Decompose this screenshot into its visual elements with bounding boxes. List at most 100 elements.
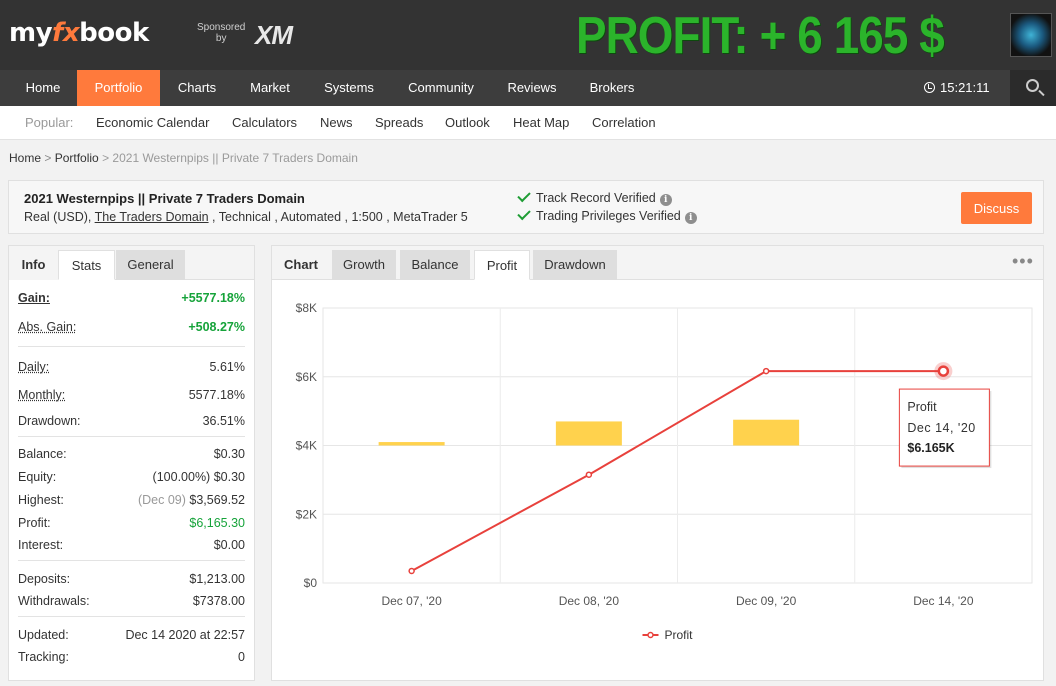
stat-withdrawals: Withdrawals: $7378.00 bbox=[18, 591, 245, 611]
nav-portfolio[interactable]: Portfolio bbox=[77, 70, 160, 106]
y-tick-label: $0 bbox=[304, 576, 318, 590]
stat-interest: Interest: $0.00 bbox=[18, 535, 245, 555]
divider bbox=[18, 616, 245, 617]
y-tick-label: $6K bbox=[296, 370, 317, 384]
nav-charts[interactable]: Charts bbox=[164, 70, 230, 106]
x-tick-label: Dec 09, '20 bbox=[736, 594, 797, 608]
profit-point bbox=[937, 365, 950, 377]
nav-reviews[interactable]: Reviews bbox=[496, 70, 568, 106]
stat-label: Drawdown: bbox=[18, 414, 81, 428]
sub-nav: Popular: Economic Calendar Calculators N… bbox=[0, 106, 1056, 140]
logo-fx: fx bbox=[52, 18, 80, 48]
nav-brokers[interactable]: Brokers bbox=[576, 70, 648, 106]
search-icon bbox=[1026, 79, 1039, 92]
stat-label[interactable]: Abs. Gain: bbox=[18, 317, 76, 337]
clock-time: 15:21:11 bbox=[940, 80, 990, 95]
tab-info[interactable]: Info bbox=[9, 250, 58, 280]
stat-label: Highest: bbox=[18, 493, 64, 507]
stat-value: 5.61% bbox=[209, 360, 245, 374]
tab-general[interactable]: General bbox=[116, 250, 185, 280]
highest-amount: $3,569.52 bbox=[189, 493, 245, 507]
user-avatar-icon[interactable] bbox=[1010, 13, 1052, 57]
chart-panel: Chart Growth Balance Profit Drawdown •••… bbox=[271, 245, 1044, 681]
stat-monthly: Monthly: 5577.18% bbox=[18, 385, 245, 405]
sponsored-line2: by bbox=[215, 33, 227, 44]
sponsored-line1: Sponsored bbox=[197, 22, 246, 33]
subnav-spreads[interactable]: Spreads bbox=[375, 106, 423, 139]
stat-label: Interest: bbox=[18, 538, 64, 552]
stat-label: Equity: bbox=[18, 470, 57, 484]
account-title: 2021 Westernpips || Private 7 Traders Do… bbox=[24, 191, 305, 206]
stat-label[interactable]: Gain: bbox=[18, 288, 50, 308]
info-icon[interactable]: i bbox=[659, 194, 672, 206]
x-tick-label: Dec 14, '20 bbox=[913, 594, 974, 608]
profit-point bbox=[585, 471, 593, 478]
breadcrumb-home[interactable]: Home bbox=[9, 151, 41, 165]
stat-value: +5577.18% bbox=[181, 291, 245, 305]
stat-value: (100.00%) $0.30 bbox=[153, 467, 245, 487]
broker-link[interactable]: The Traders Domain bbox=[95, 210, 209, 224]
nav-market[interactable]: Market bbox=[236, 70, 304, 106]
nav-home[interactable]: Home bbox=[0, 70, 86, 106]
profit-bar bbox=[378, 442, 445, 446]
legend-label: Profit bbox=[665, 628, 694, 642]
info-icon[interactable]: i bbox=[684, 212, 697, 224]
profit-bar bbox=[733, 419, 800, 446]
logo-my: my bbox=[9, 18, 53, 48]
logo-book: book bbox=[79, 18, 149, 48]
subnav-calculators[interactable]: Calculators bbox=[232, 106, 297, 139]
stat-label: Withdrawals: bbox=[18, 594, 90, 608]
discuss-button[interactable]: Discuss bbox=[961, 192, 1032, 224]
breadcrumb-separator: > bbox=[41, 151, 55, 165]
equity-percent: (100.00%) bbox=[152, 470, 211, 484]
stat-value: 5577.18% bbox=[188, 388, 245, 402]
tab-chart[interactable]: Chart bbox=[272, 250, 330, 280]
check-icon bbox=[517, 188, 531, 203]
chart-tabs: Chart Growth Balance Profit Drawdown ••• bbox=[272, 246, 1043, 280]
stat-label[interactable]: Daily: bbox=[18, 357, 49, 377]
breadcrumb-portfolio[interactable]: Portfolio bbox=[55, 151, 99, 165]
tab-drawdown[interactable]: Drawdown bbox=[533, 250, 617, 280]
stat-highest: Highest: (Dec 09) $3,569.52 bbox=[18, 490, 245, 510]
popular-label: Popular: bbox=[25, 115, 74, 130]
stat-label[interactable]: Monthly: bbox=[18, 385, 65, 405]
legend-marker bbox=[647, 631, 654, 639]
stat-value: 36.51% bbox=[202, 414, 245, 428]
nav-systems[interactable]: Systems bbox=[311, 70, 387, 106]
tab-balance[interactable]: Balance bbox=[400, 250, 470, 280]
subnav-correlation[interactable]: Correlation bbox=[592, 106, 656, 139]
stat-gain: Gain: +5577.18% bbox=[18, 288, 245, 308]
sponsor-logo[interactable]: XM bbox=[255, 20, 293, 51]
stat-tracking: Tracking: 0 bbox=[18, 647, 245, 667]
subnav-outlook[interactable]: Outlook bbox=[445, 106, 490, 139]
stat-value: Dec 14 2020 at 22:57 bbox=[125, 628, 245, 642]
stat-equity: Equity: (100.00%) $0.30 bbox=[18, 467, 245, 487]
tab-growth[interactable]: Growth bbox=[332, 250, 396, 280]
subnav-economic-calendar[interactable]: Economic Calendar bbox=[96, 106, 209, 139]
stat-value: 0 bbox=[238, 650, 245, 664]
account-details: Real (USD), The Traders Domain , Technic… bbox=[24, 210, 468, 224]
tooltip-date: Dec 14, '20 bbox=[907, 421, 975, 435]
profit-chart: $0 $2K $4K $6K $8K Dec 07, '20 Dec 08, '20 Dec… bbox=[296, 301, 1033, 642]
more-options-icon[interactable]: ••• bbox=[1012, 252, 1034, 270]
stat-value: $0.00 bbox=[213, 538, 245, 552]
stat-value: $7378.00 bbox=[192, 594, 245, 608]
divider bbox=[18, 560, 245, 561]
tab-profit[interactable]: Profit bbox=[474, 250, 530, 280]
account-type: Real (USD), bbox=[24, 210, 95, 224]
track-record-label: Track Record Verified bbox=[536, 191, 656, 205]
stat-value: $6,165.30 bbox=[189, 516, 245, 530]
myfxbook-logo[interactable]: myfxbook bbox=[9, 18, 149, 48]
breadcrumb-current: 2021 Westernpips || Private 7 Traders Do… bbox=[112, 151, 358, 165]
x-tick-label: Dec 08, '20 bbox=[559, 594, 620, 608]
subnav-news[interactable]: News bbox=[320, 106, 353, 139]
stat-label: Updated: bbox=[18, 628, 69, 642]
search-button[interactable] bbox=[1010, 70, 1056, 106]
subnav-heat-map[interactable]: Heat Map bbox=[513, 106, 569, 139]
y-tick-label: $4K bbox=[296, 439, 317, 453]
stat-drawdown: Drawdown: 36.51% bbox=[18, 411, 245, 431]
nav-community[interactable]: Community bbox=[395, 70, 487, 106]
profit-banner: PROFIT: + 6 165 $ bbox=[576, 7, 945, 65]
tab-stats[interactable]: Stats bbox=[58, 250, 115, 280]
stat-balance: Balance: $0.30 bbox=[18, 444, 245, 464]
